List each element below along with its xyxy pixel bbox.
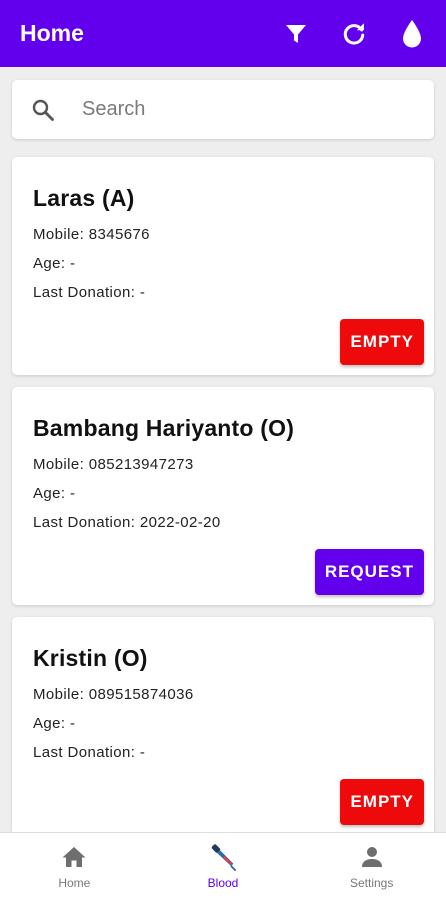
donor-mobile: Mobile: 085213947273 bbox=[33, 456, 194, 473]
donor-name: Kristin (O) bbox=[33, 645, 148, 671]
donor-card: Bambang Hariyanto (O) Mobile: 0852139472… bbox=[12, 387, 434, 605]
blood-dropper-icon bbox=[209, 843, 237, 871]
donor-last-donation: Last Donation: - bbox=[33, 284, 146, 301]
empty-button[interactable]: EMPTY bbox=[340, 779, 424, 825]
nav-label-home: Home bbox=[58, 876, 91, 890]
request-button[interactable]: REQUEST bbox=[314, 549, 424, 595]
blood-drop-icon[interactable] bbox=[398, 19, 426, 48]
page-title: Home bbox=[20, 20, 84, 46]
donor-card: Kristin (O) Mobile: 089515874036 Age: - … bbox=[12, 617, 434, 835]
donor-mobile: Mobile: 089515874036 bbox=[33, 686, 194, 703]
donor-last-donation: Last Donation: - bbox=[33, 744, 146, 761]
donor-card: Laras (A) Mobile: 8345676 Age: - Last Do… bbox=[12, 157, 434, 375]
filter-icon[interactable] bbox=[282, 20, 310, 48]
search-bar bbox=[12, 80, 434, 139]
donor-mobile: Mobile: 8345676 bbox=[33, 226, 150, 243]
donor-name: Laras (A) bbox=[33, 185, 135, 211]
search-icon bbox=[30, 97, 56, 123]
app-bar: Home bbox=[0, 0, 446, 67]
refresh-icon[interactable] bbox=[340, 20, 368, 48]
nav-label-blood: Blood bbox=[207, 876, 239, 890]
nav-label-settings: Settings bbox=[350, 876, 394, 890]
home-icon bbox=[60, 843, 88, 871]
app-bar-actions bbox=[282, 19, 426, 48]
donor-age: Age: - bbox=[33, 715, 76, 732]
donor-name: Bambang Hariyanto (O) bbox=[33, 415, 295, 441]
person-icon bbox=[358, 843, 386, 871]
nav-item-settings[interactable]: Settings bbox=[297, 833, 446, 900]
bottom-navigation: Home Blood Settings bbox=[0, 832, 446, 900]
search-input[interactable] bbox=[82, 98, 402, 121]
empty-button[interactable]: EMPTY bbox=[340, 319, 424, 365]
nav-item-blood[interactable]: Blood bbox=[149, 833, 298, 900]
donor-age: Age: - bbox=[33, 485, 76, 502]
nav-item-home[interactable]: Home bbox=[0, 833, 149, 900]
donor-age: Age: - bbox=[33, 255, 76, 272]
donor-last-donation: Last Donation: 2022-02-20 bbox=[33, 514, 221, 531]
